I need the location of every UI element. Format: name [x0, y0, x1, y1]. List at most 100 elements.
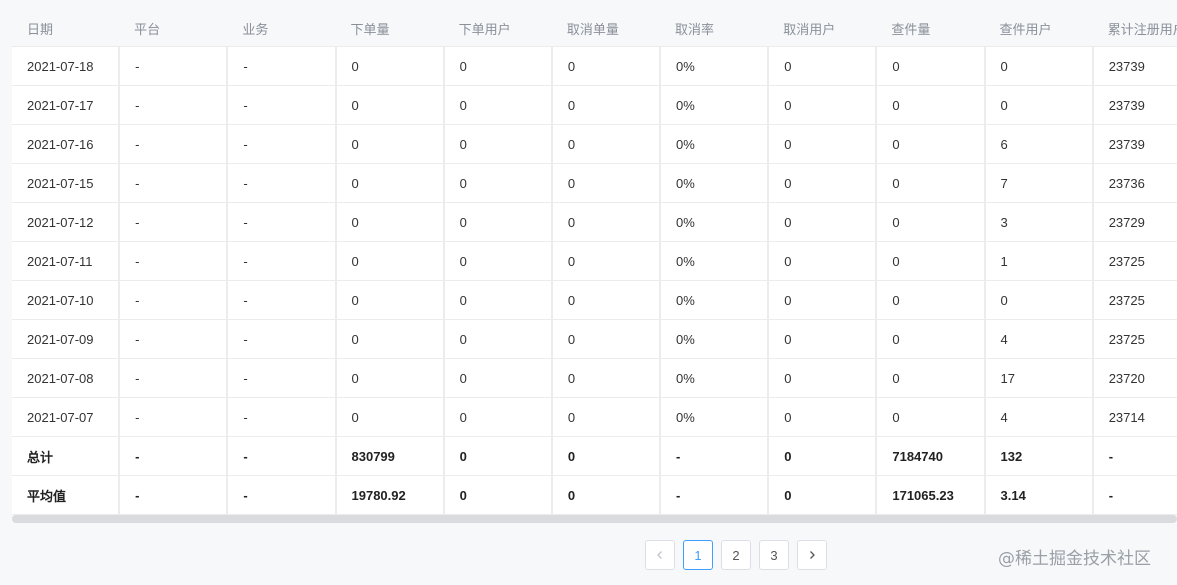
table-cell: 23729	[1092, 202, 1177, 242]
table-cell: 0	[335, 46, 445, 86]
table-cell: -	[119, 202, 229, 242]
table-row: 2021-07-17- -0 0 0 0% 0 0 0 23739	[12, 85, 1177, 125]
table-cell: -	[119, 475, 229, 515]
table-row: 2021-07-15- -0 0 0 0% 0 0 7 23736	[12, 163, 1177, 203]
table-cell: 2021-07-16	[12, 124, 121, 164]
table-cell: 0	[443, 85, 553, 125]
table-cell: 2021-07-17	[12, 85, 121, 125]
table-cell: 23739	[1092, 85, 1177, 125]
page-button-1[interactable]: 1	[683, 540, 713, 570]
table-cell: 0	[876, 85, 986, 125]
data-table: 日期平台业务下单量下单用户取消单量取消率取消用户查件量查件用户累计注册用户 20…	[12, 10, 1177, 515]
table-cell: 2021-07-12	[12, 202, 121, 242]
table-cell: 0	[768, 280, 878, 320]
table-cell: 0	[551, 46, 662, 86]
table-cell: 0	[335, 202, 445, 242]
table-cell: -	[227, 319, 337, 359]
table-cell: 0	[551, 202, 662, 242]
table-cell: 3.14	[984, 475, 1094, 515]
table-cell: 0	[443, 46, 553, 86]
column-header: 查件量	[876, 10, 985, 47]
column-header: 平台	[119, 10, 228, 47]
table-cell: 0%	[660, 397, 770, 437]
table-cell: -	[119, 319, 229, 359]
table-cell: 0	[335, 397, 445, 437]
table-row: 2021-07-09- -0 0 0 0% 0 0 4 23725	[12, 319, 1177, 359]
table-row: 2021-07-07- -0 0 0 0% 0 0 4 23714	[12, 397, 1177, 437]
table-cell: 0	[443, 358, 553, 398]
column-header: 取消率	[660, 10, 769, 47]
table-cell: 平均值	[12, 475, 121, 515]
table-row: 2021-07-11- -0 0 0 0% 0 0 1 23725	[12, 241, 1177, 281]
next-page-button[interactable]	[797, 540, 827, 570]
table-cell: 2021-07-08	[12, 358, 121, 398]
table-cell: 23725	[1092, 241, 1177, 281]
table-cell: 0	[768, 358, 878, 398]
table-cell: 0%	[660, 358, 770, 398]
table-cell: 0	[335, 280, 445, 320]
table-body: 2021-07-18- -0 0 0 0% 0 0 0 23739 2021-07-17- -0 0 0…	[12, 46, 1177, 515]
table-cell: 0%	[660, 163, 770, 203]
table-cell: 0	[984, 280, 1094, 320]
table-cell: 23714	[1092, 397, 1177, 437]
column-header: 查件用户	[984, 10, 1093, 47]
page-button-3[interactable]: 3	[759, 540, 789, 570]
table-cell: 0	[876, 319, 986, 359]
table-cell: 23720	[1092, 358, 1177, 398]
table-header-row: 日期平台业务下单量下单用户取消单量取消率取消用户查件量查件用户累计注册用户	[12, 10, 1177, 47]
table-row: 2021-07-08- -0 0 0 0% 0 0 17 23720	[12, 358, 1177, 398]
table-cell: 0	[876, 397, 986, 437]
table-cell: 0	[443, 124, 553, 164]
table-cell: 2021-07-09	[12, 319, 121, 359]
table-cell: 0	[768, 241, 878, 281]
table-cell: 0%	[660, 124, 770, 164]
table-cell: -	[227, 124, 337, 164]
table-cell: 0	[768, 319, 878, 359]
table-cell: 0%	[660, 241, 770, 281]
table-cell: 0	[551, 358, 662, 398]
table-cell: 0	[335, 319, 445, 359]
table-cell: -	[227, 397, 337, 437]
table-row: 2021-07-16- -0 0 0 0% 0 0 6 23739	[12, 124, 1177, 164]
table-cell: 7184740	[876, 436, 986, 476]
table-cell: -	[227, 163, 337, 203]
table-cell: 0	[335, 124, 445, 164]
table-cell: 23739	[1092, 46, 1177, 86]
table-cell: 1	[984, 241, 1094, 281]
table-cell: 0	[768, 46, 878, 86]
table-cell: 4	[984, 319, 1094, 359]
table-cell: 0	[551, 397, 662, 437]
prev-page-button[interactable]	[645, 540, 675, 570]
watermark: @稀土掘金技术社区	[998, 549, 1151, 569]
column-header: 业务	[227, 10, 336, 47]
table-cell: 2021-07-18	[12, 46, 121, 86]
table-cell: 132	[984, 436, 1094, 476]
table-cell: 23725	[1092, 319, 1177, 359]
column-header: 取消用户	[768, 10, 877, 47]
table-cell: 3	[984, 202, 1094, 242]
table-cell: 0	[551, 280, 662, 320]
table-cell: 0%	[660, 319, 770, 359]
summary-row: 总计 - -830799 0 0-0 7184740 132-	[12, 436, 1177, 476]
table-cell: -	[119, 358, 229, 398]
table-cell: 0	[984, 46, 1094, 86]
horizontal-scrollbar[interactable]	[12, 515, 1177, 523]
table-cell: 0	[876, 202, 986, 242]
table-cell: -	[227, 85, 337, 125]
table-cell: 0	[768, 202, 878, 242]
table-cell: 0	[443, 475, 553, 515]
table-cell: 6	[984, 124, 1094, 164]
table-cell: 0	[443, 397, 553, 437]
table-cell: 0	[443, 436, 553, 476]
chevron-left-icon	[657, 551, 662, 559]
table-cell: 0	[335, 85, 445, 125]
table-cell: -	[119, 46, 229, 86]
table-cell: 0	[551, 85, 662, 125]
table-cell: -	[227, 202, 337, 242]
table-cell: 0%	[660, 85, 770, 125]
column-header: 下单量	[335, 10, 444, 47]
table-cell: 0	[551, 475, 662, 515]
table-cell: 23739	[1092, 124, 1177, 164]
page-button-2[interactable]: 2	[721, 540, 751, 570]
table-cell: -	[660, 436, 770, 476]
